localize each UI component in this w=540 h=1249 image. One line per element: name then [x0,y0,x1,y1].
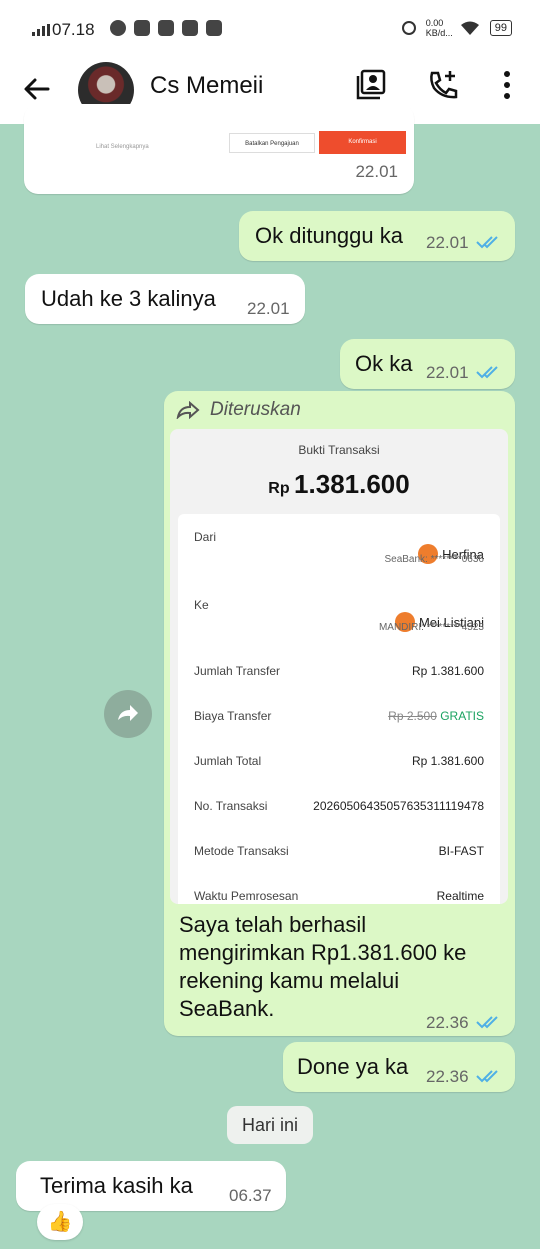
message-time: 22.36 [426,1067,469,1086]
app-notification-icon [134,20,150,36]
chat-area[interactable]: Lihat Selengkapnya Batalkan Pengajuan Ko… [0,104,540,1249]
shop-notification-icon [206,20,222,36]
receipt-amount: Rp 1.381.600 [268,469,410,499]
net-speed: 0.00 KB/d... [425,18,453,38]
status-right: 0.00 KB/d... 99 [401,18,512,38]
receipt-title: Bukti Transaksi [298,443,380,457]
contact-card-icon[interactable] [354,68,388,102]
forwarded-label: Diteruskan [210,399,301,420]
more-options-icon[interactable] [490,68,524,102]
notification-icons [110,20,222,36]
status-time: 07.18 [52,20,95,39]
message-text: Done ya ka [297,1054,409,1079]
message-time: 22.01 [426,233,469,252]
outgoing-message[interactable]: Ok ka 22.01 [340,339,515,389]
message-time: 22.01 [355,162,398,181]
message-text: Udah ke 3 kalinya [41,286,216,311]
transfer-row: Jumlah Transfer Rp 1.381.600 [194,664,484,678]
read-receipt-icon [476,366,498,379]
cancel-request-button[interactable]: Batalkan Pengajuan [229,133,315,153]
message-time: 22.36 [426,1013,469,1032]
method-row: Metode Transaksi BI-FAST [194,844,484,858]
see-more-link[interactable]: Lihat Selengkapnya [96,144,149,150]
read-receipt-icon [476,1070,498,1083]
message-text: Saya telah berhasil mengirimkan Rp1.381.… [179,912,467,1021]
process-row: Waktu Pemrosesan Realtime [194,889,484,903]
message-text: Ok ditunggu ka [255,223,403,248]
forwarded-icon [176,401,200,419]
message-time: 22.01 [426,363,469,382]
forward-icon [118,705,138,721]
outgoing-message[interactable]: Ok ditunggu ka 22.01 [239,211,515,261]
chat-notification-icon [110,20,126,36]
confirm-button[interactable]: Konfirmasi [319,131,406,154]
from-row: Dari Herfina [194,530,484,564]
to-row: Ke Mei Listiani [194,598,484,632]
total-row: Jumlah Total Rp 1.381.600 [194,754,484,768]
forward-button[interactable] [104,690,152,738]
message-time: 22.01 [247,299,290,318]
contact-name[interactable]: Cs Memeii [150,72,263,100]
message-time: 06.37 [229,1186,272,1205]
thumbs-up-icon: 👍 [47,1211,73,1233]
outgoing-message[interactable]: Done ya ka 22.36 [283,1042,515,1092]
incoming-card-message[interactable]: Lihat Selengkapnya Batalkan Pengajuan Ko… [24,104,414,194]
date-divider: Hari ini [227,1106,313,1144]
signal-icon [32,24,50,36]
app-notification-icon [182,20,198,36]
message-text: Ok ka [355,351,413,376]
receipt-image[interactable]: Bukti Transaksi Rp 1.381.600 Dari Herfin… [170,429,508,904]
txn-row: No. Transaksi 20260506435057635311119478 [194,799,484,813]
app-notification-icon [158,20,174,36]
read-receipt-icon [476,1016,498,1029]
alarm-icon [401,21,416,35]
add-call-icon[interactable] [426,68,460,102]
receipt-details: Dari Herfina SeaBank: ********0636 Ke Me… [178,514,500,904]
status-bar: 07.18 0.00 KB/d... 99 [0,0,540,60]
incoming-message[interactable]: Udah ke 3 kalinya 22.01 [25,274,305,324]
fee-row: Biaya Transfer Rp 2.500 GRATIS [194,709,484,723]
back-arrow-icon[interactable] [22,74,52,104]
reaction-badge[interactable]: 👍 [37,1204,83,1240]
battery-icon: 99 [489,20,512,36]
read-receipt-icon [476,236,498,249]
wifi-icon [460,21,479,35]
message-text: Terima kasih ka [40,1173,193,1198]
